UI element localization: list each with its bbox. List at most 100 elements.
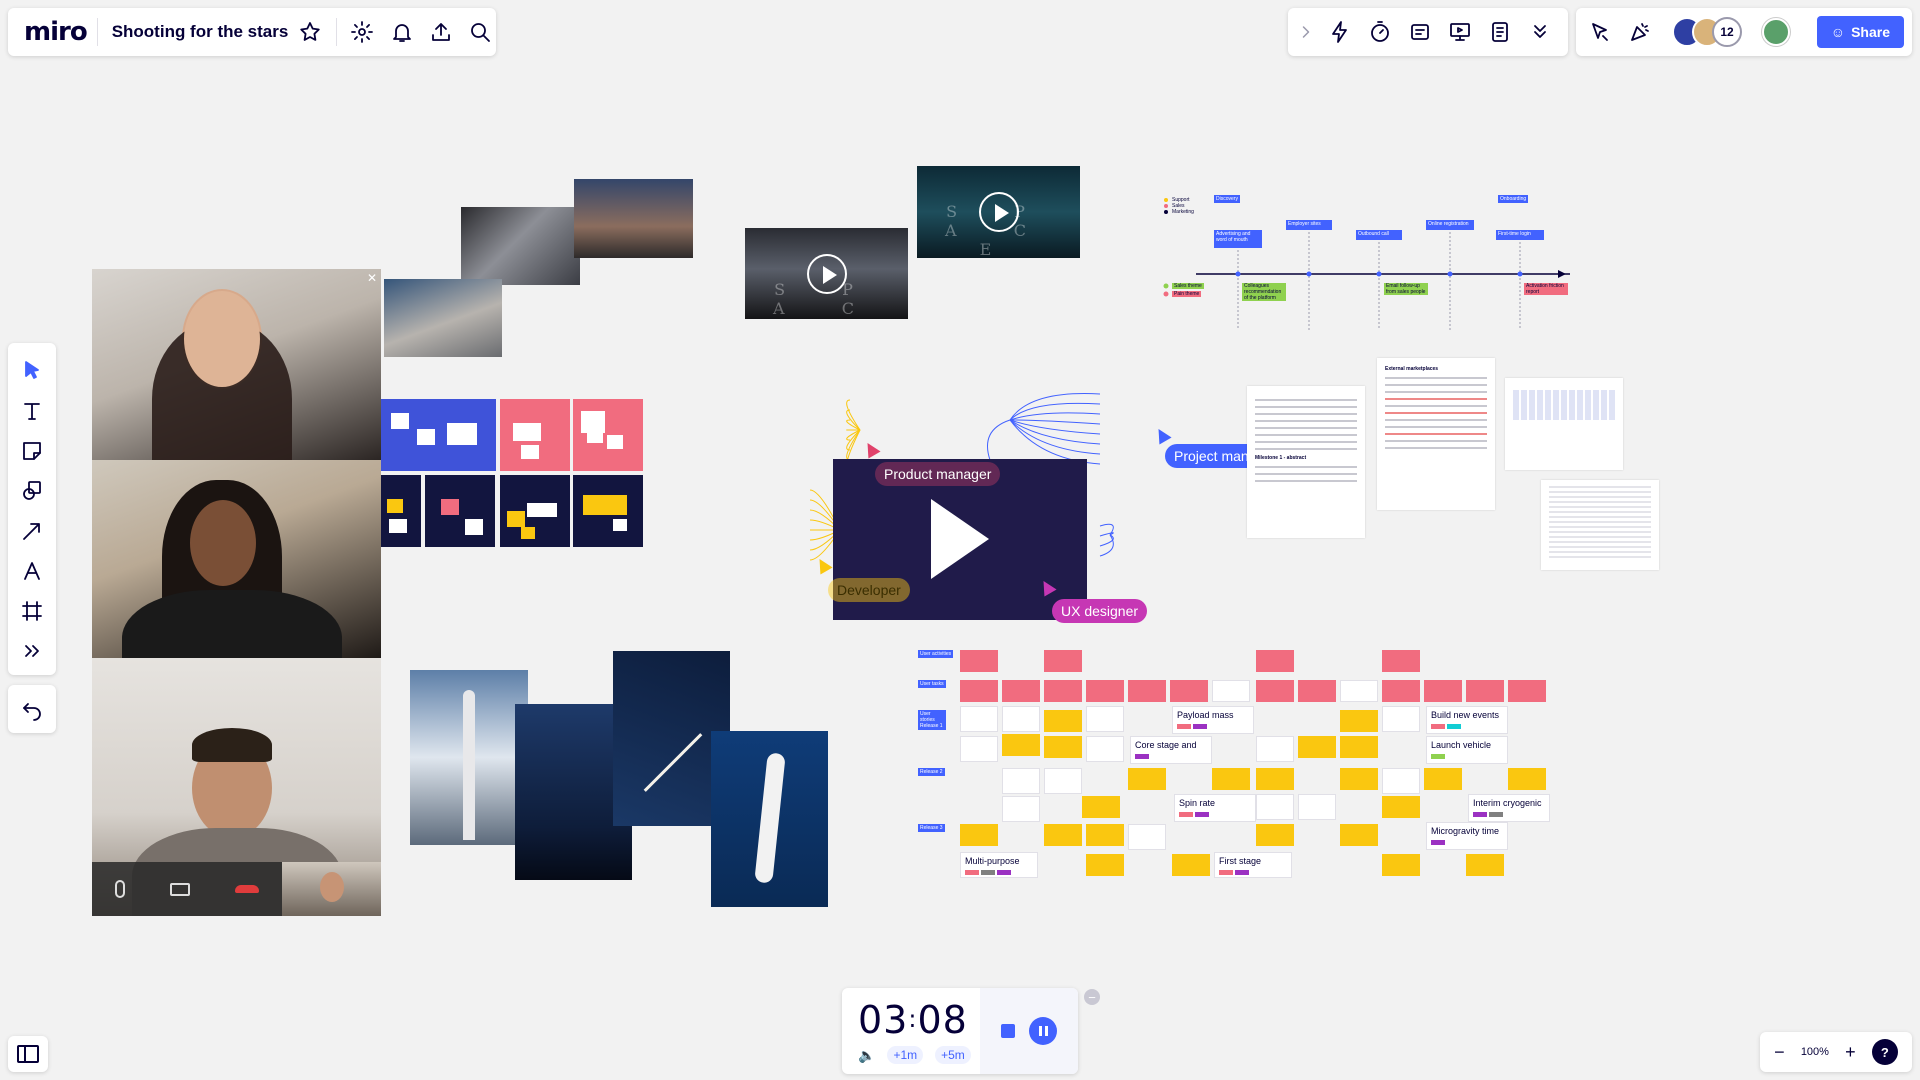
rocket-launch-image[interactable] [574,179,693,258]
space-video-left[interactable]: S P A C E [745,228,908,319]
participant-body [122,590,342,658]
card-title: Launch vehicle [1431,740,1492,750]
participant-hair [192,728,272,762]
card-title: Microgravity time [1431,826,1500,836]
pause-timer-button[interactable] [1029,1017,1057,1045]
rocket-hangar-image[interactable] [461,207,580,285]
story-card-first-stage[interactable]: First stage [1214,852,1292,878]
stop-timer-button[interactable] [1001,1024,1015,1038]
story-card-spin-rate[interactable]: Spin rate [1174,794,1256,822]
story-card-build-new-events[interactable]: Build new events [1426,706,1508,734]
story-card-interim-cryogenic[interactable]: Interim cryogenic [1468,794,1550,822]
participant-face [320,872,344,902]
timer-icon[interactable] [1364,16,1396,48]
cursor-follow-icon[interactable] [1584,16,1616,48]
arrow-icon[interactable] [16,515,48,547]
story-card-payload-mass[interactable]: Payload mass [1172,706,1254,734]
sticky-note-icon[interactable] [16,435,48,467]
board-header: miro Shooting for the stars [8,8,496,56]
upload-icon[interactable] [425,16,456,48]
hang-up-icon[interactable] [235,885,260,893]
card-icon[interactable] [1404,16,1436,48]
timer-seconds: 08 [917,998,968,1042]
launch-smoke-image[interactable] [384,279,502,357]
note-pain-theme: Pain theme [1172,291,1202,297]
table-thumbnail[interactable] [1541,480,1659,570]
frame-icon[interactable] [16,595,48,627]
present-icon[interactable] [1444,16,1476,48]
timeline-graphic [1163,198,1570,330]
timer-display: 03:08 [858,998,980,1042]
undo-icon[interactable] [16,693,48,725]
document-milestone[interactable]: Milestone 1 - abstract [1247,386,1365,538]
close-icon[interactable]: ✕ [367,271,377,285]
notes-icon[interactable] [1484,16,1516,48]
text-icon[interactable] [16,395,48,427]
video-tile-participant-1[interactable]: ✕ [92,269,381,460]
video-tile-participant-2[interactable] [92,460,381,658]
spreadsheet-thumbnail[interactable] [1505,378,1623,470]
current-user-avatar[interactable] [1762,18,1790,46]
participant-count[interactable]: 12 [1712,17,1742,47]
shapes-icon[interactable] [16,475,48,507]
step-4: Online registration [1426,220,1474,230]
gear-icon[interactable] [347,16,378,48]
search-icon[interactable] [465,16,496,48]
participant-face [184,291,260,387]
story-card-multi-purpose[interactable]: Multi-purpose [960,852,1038,878]
share-button[interactable]: ☺ Share [1816,16,1904,48]
board-title[interactable]: Shooting for the stars [112,22,289,42]
user-icon: ☺ [1830,24,1846,40]
doc-title: External marketplaces [1385,366,1439,372]
customer-journey-timeline[interactable]: Support Sales Marketing Discovery Onboar… [1160,190,1580,330]
add-5-minutes-button[interactable]: +5m [935,1046,971,1064]
star-icon[interactable] [294,16,325,48]
note-sales-theme: Sales theme [1172,283,1204,289]
bell-icon[interactable] [386,16,417,48]
zoom-level[interactable]: 100% [1801,1046,1829,1058]
share-label: Share [1851,24,1890,40]
select-icon[interactable] [16,355,48,387]
step-5: First-time login [1496,230,1544,240]
document-external-marketplaces[interactable]: External marketplaces [1377,358,1495,510]
story-card-microgravity-time[interactable]: Microgravity time [1426,822,1508,850]
more-icon[interactable] [1524,16,1556,48]
space-video-right[interactable]: S P A C E [917,166,1080,258]
step-1: Advertising and word of mouth [1214,230,1262,248]
camera-icon[interactable] [169,882,190,896]
celebrate-icon[interactable] [1624,16,1656,48]
self-view-video[interactable] [282,862,381,916]
retro-rocket-image[interactable] [410,670,528,845]
play-icon[interactable] [978,192,1019,232]
help-button[interactable]: ? [1871,1039,1898,1065]
story-card-core-stage[interactable]: Core stage and [1130,736,1212,764]
more-tools-icon[interactable] [16,635,48,667]
zoom-out-icon[interactable]: − [1774,1042,1785,1063]
close-timer-icon[interactable]: − [1084,989,1100,1005]
zoom-in-icon[interactable]: + [1845,1042,1856,1063]
chevron-right-icon[interactable] [1296,16,1316,48]
pen-icon[interactable] [16,555,48,587]
timer-minutes: 03 [858,998,909,1042]
play-icon[interactable] [931,499,989,579]
step-3: Outbound call [1356,230,1402,240]
volume-icon[interactable]: 🔈 [858,1047,875,1064]
smoke-trail-image[interactable] [711,731,828,907]
user-story-map[interactable]: User activities User tasks User stories … [918,648,1550,880]
lightning-icon[interactable] [1324,16,1356,48]
miro-logo[interactable]: miro [24,17,88,47]
sidebar-icon [17,1045,39,1063]
note-recommendation: Colleagues recommendation of the platfor… [1242,283,1286,301]
call-controls [92,862,282,916]
undo-panel [8,685,56,733]
play-icon[interactable] [806,253,847,294]
sticky-board[interactable] [381,399,643,549]
story-card-launch-vehicle[interactable]: Launch vehicle [1426,736,1508,764]
card-title: Core stage and [1135,740,1197,750]
add-1-minute-button[interactable]: +1m [887,1046,924,1064]
microphone-icon[interactable] [114,880,125,898]
board-panel-toggle[interactable] [8,1036,48,1072]
phase-discovery: Discovery [1214,195,1240,203]
participants[interactable]: 12 [1672,17,1742,47]
share-toolbar: 12 ☺ Share [1576,8,1912,56]
